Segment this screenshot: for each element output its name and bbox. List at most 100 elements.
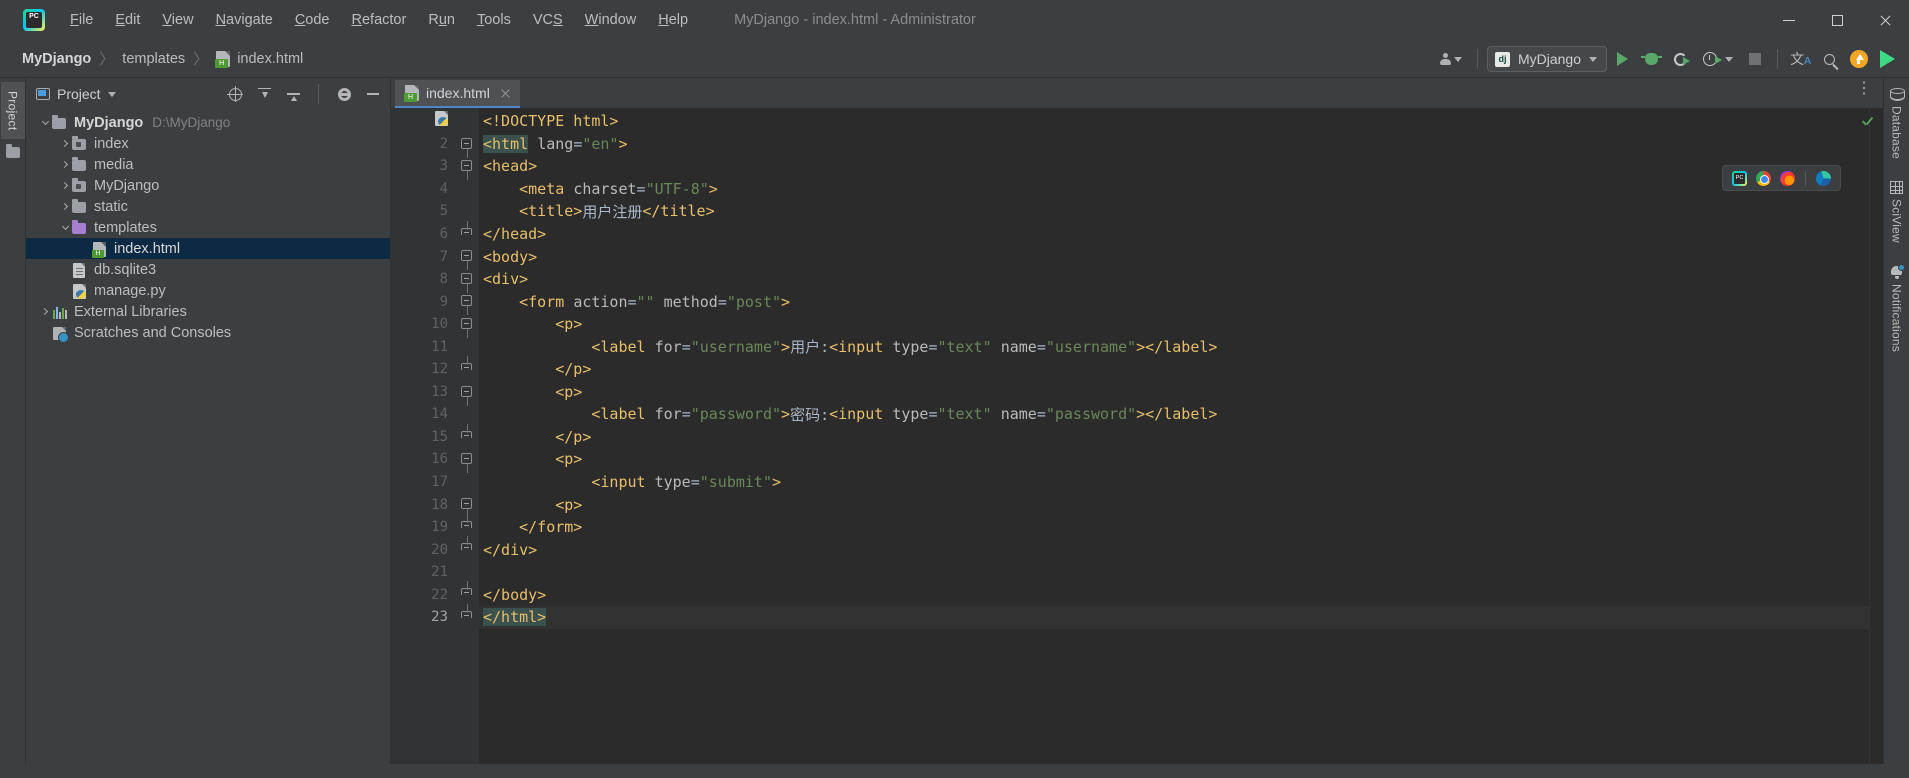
code-line[interactable]: </div> [479, 538, 1869, 561]
close-button[interactable] [1861, 0, 1909, 40]
user-account-button[interactable] [1434, 49, 1468, 69]
settings-button[interactable] [333, 83, 355, 105]
translate-button[interactable]: 文A [1787, 46, 1814, 73]
editor-tab-index-html[interactable]: index.html [395, 80, 520, 108]
code-line[interactable] [479, 561, 1869, 584]
search-everywhere-button[interactable] [1816, 46, 1843, 73]
stripe-tab-sciview[interactable]: SciView [1890, 180, 1904, 243]
code-line[interactable]: <p> [479, 381, 1869, 404]
breadcrumb-item-templates[interactable]: templates [122, 51, 185, 67]
project-tree[interactable]: MyDjango D:\MyDjango index media MyDjango sta… [26, 110, 390, 764]
fold-toggle-icon[interactable] [461, 137, 472, 158]
fold-toggle-icon[interactable] [461, 536, 472, 551]
collapse-all-button[interactable] [282, 83, 304, 105]
tree-item-index[interactable]: index [26, 133, 390, 154]
chevron-right-icon[interactable] [58, 160, 72, 169]
tree-item-external-libraries[interactable]: External Libraries [26, 301, 390, 322]
more-options-icon[interactable]: ⋮ [1856, 81, 1873, 97]
menu-item-edit[interactable]: Edit [104, 7, 151, 33]
edge-icon[interactable] [1816, 170, 1831, 186]
code-line[interactable]: <!DOCTYPE html> [479, 110, 1869, 133]
tree-item-static[interactable]: static [26, 196, 390, 217]
stripe-tab-notifications[interactable]: Notifications [1890, 263, 1905, 352]
code-line[interactable]: </p> [479, 426, 1869, 449]
fold-toggle-icon[interactable] [461, 250, 472, 271]
code-line[interactable]: </html> [479, 606, 1869, 629]
fold-toggle-icon[interactable] [461, 581, 472, 596]
code-line[interactable]: <body> [479, 245, 1869, 268]
close-icon[interactable] [500, 88, 511, 99]
chevron-right-icon[interactable] [58, 181, 72, 190]
menu-item-view[interactable]: View [151, 7, 204, 33]
tree-item-media[interactable]: media [26, 154, 390, 175]
chrome-icon[interactable] [1756, 170, 1771, 186]
stripe-tab-project[interactable]: Project [0, 82, 25, 140]
chevron-down-icon[interactable] [107, 91, 116, 97]
chevron-down-icon[interactable] [58, 222, 72, 230]
code-line[interactable]: </form> [479, 516, 1869, 539]
fold-toggle-icon[interactable] [461, 498, 472, 519]
code-folding-gutter[interactable] [457, 108, 479, 764]
menu-item-file[interactable]: File [59, 7, 104, 33]
tree-item-templates[interactable]: templates [26, 217, 390, 238]
hide-panel-button[interactable] [362, 83, 384, 105]
maximize-button[interactable] [1813, 0, 1861, 40]
menu-item-vcs[interactable]: VCS [522, 7, 574, 33]
fold-toggle-icon[interactable] [461, 453, 472, 474]
code-line[interactable]: <label for = "password" > 密码: <input type = "te… [479, 403, 1869, 426]
chevron-right-icon[interactable] [58, 139, 72, 148]
menu-item-refactor[interactable]: Refactor [341, 7, 418, 33]
code-line[interactable]: <html lang = "en" > [479, 133, 1869, 156]
chevron-down-icon[interactable] [38, 117, 52, 125]
code-line[interactable]: </p> [479, 358, 1869, 381]
tree-item-mydjango[interactable]: MyDjango [26, 175, 390, 196]
code-line[interactable]: <head> [479, 155, 1869, 178]
fold-toggle-icon[interactable] [461, 317, 472, 338]
tree-item-mydjango[interactable]: MyDjango D:\MyDjango [26, 112, 390, 133]
code-line[interactable]: <form action = "" method = "post" > [479, 290, 1869, 313]
folder-icon[interactable] [5, 144, 20, 159]
pycharm-preview-icon[interactable] [1732, 170, 1747, 186]
menu-item-tools[interactable]: Tools [466, 7, 522, 33]
fold-toggle-icon[interactable] [461, 385, 472, 406]
python-run-icon[interactable] [435, 111, 450, 127]
code-editor[interactable]: <!DOCTYPE html><html lang="en"><head> <m… [479, 108, 1869, 764]
firefox-icon[interactable] [1780, 170, 1795, 186]
stripe-tab-database[interactable]: Database [1890, 88, 1905, 159]
fold-toggle-icon[interactable] [461, 272, 472, 293]
stop-button[interactable] [1741, 46, 1768, 73]
menu-item-code[interactable]: Code [284, 7, 341, 33]
expand-all-button[interactable] [253, 83, 275, 105]
tree-item-scratches-and-consoles[interactable]: Scratches and Consoles [26, 322, 390, 343]
code-line[interactable]: <meta charset = "UTF-8" > [479, 178, 1869, 201]
code-line[interactable]: <p> [479, 493, 1869, 516]
chevron-down-icon[interactable] [1725, 56, 1733, 62]
fold-toggle-icon[interactable] [461, 220, 472, 235]
fold-toggle-icon[interactable] [461, 160, 472, 181]
tree-item-manage-py[interactable]: manage.py [26, 280, 390, 301]
editor-scrollbar[interactable] [1869, 108, 1883, 764]
code-line[interactable]: </body> [479, 583, 1869, 606]
plugin-button[interactable] [1874, 46, 1901, 73]
tree-item-index-html[interactable]: index.html [26, 238, 390, 259]
run-button[interactable] [1609, 46, 1636, 73]
fold-toggle-icon[interactable] [461, 513, 472, 528]
debug-button[interactable] [1638, 46, 1665, 73]
fold-toggle-icon[interactable] [461, 295, 472, 316]
code-line[interactable]: <label for = "username" > 用户: <input type = "te… [479, 335, 1869, 358]
code-line[interactable]: </head> [479, 223, 1869, 246]
menu-item-run[interactable]: Run [417, 7, 466, 33]
minimize-button[interactable] [1765, 0, 1813, 40]
inspection-status-ok-icon[interactable] [1861, 116, 1874, 129]
fold-toggle-icon[interactable] [461, 356, 472, 371]
run-configuration-selector[interactable]: dj MyDjango [1486, 46, 1607, 72]
chevron-right-icon[interactable] [38, 307, 52, 316]
fold-toggle-icon[interactable] [461, 604, 472, 619]
code-line[interactable]: <input type = "submit" > [479, 471, 1869, 494]
breadcrumb-item-project[interactable]: MyDjango [22, 51, 91, 67]
chevron-right-icon[interactable] [58, 202, 72, 211]
run-with-coverage-button[interactable] [1667, 46, 1694, 73]
profile-button[interactable] [1696, 46, 1723, 73]
menu-item-navigate[interactable]: Navigate [205, 7, 284, 33]
code-line[interactable]: <p> [479, 313, 1869, 336]
